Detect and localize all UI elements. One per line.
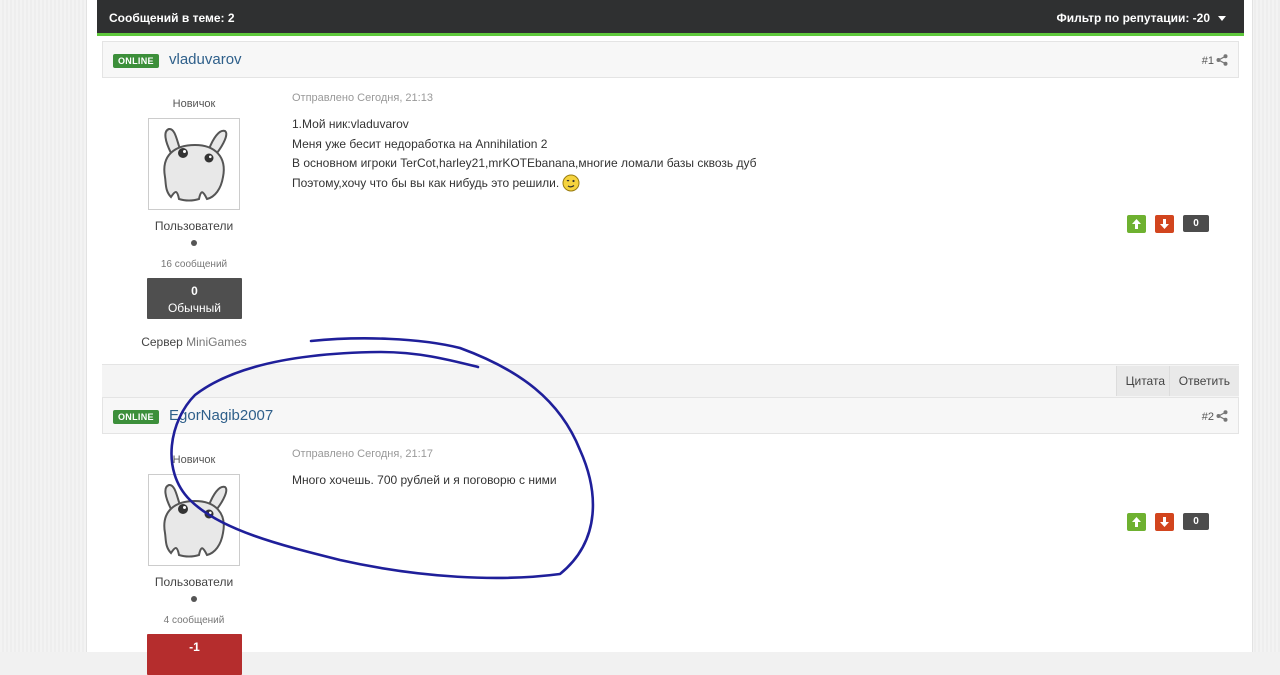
vote-down-button[interactable] [1155, 513, 1174, 531]
post-line: Поэтому,хочу что бы вы как нибудь это ре… [292, 175, 560, 190]
reputation-value: 0 [191, 284, 198, 298]
vote-count: 0 [1183, 215, 1209, 232]
user-group: Пользователи [154, 575, 234, 589]
post-2: ONLINE EgorNagib2007 #2 Новичок Пользова… [102, 397, 1239, 675]
author-link[interactable]: vladuvarov [169, 51, 242, 68]
share-icon[interactable] [1216, 410, 1228, 422]
post-line: Меня уже бесит недоработка на Annihilati… [292, 136, 548, 151]
status-dot [191, 240, 197, 246]
vote-up-button[interactable] [1127, 215, 1146, 233]
avatar[interactable] [148, 118, 240, 210]
user-post-count: 16 сообщений [160, 259, 228, 270]
post-content: Много хочешь. 700 рублей и я поговорю с … [292, 471, 557, 491]
user-group: Пользователи [154, 219, 234, 233]
arrow-down-icon [1160, 517, 1169, 527]
posted-date: Отправлено Сегодня, 21:13 [292, 92, 433, 104]
share-icon[interactable] [1216, 54, 1228, 66]
caret-down-icon [1218, 16, 1226, 22]
arrow-up-icon [1132, 517, 1141, 527]
post-header: ONLINE EgorNagib2007 #2 [102, 397, 1239, 434]
reputation-box: -1 [147, 634, 242, 675]
online-badge: ONLINE [113, 410, 159, 424]
avatar-icon [163, 128, 228, 202]
reputation-filter-label: Фильтр по репутации: -20 [1056, 11, 1210, 25]
post-1: ONLINE vladuvarov #1 Новичок Пользовател… [102, 41, 1239, 398]
reputation-filter-dropdown[interactable]: Фильтр по репутации: -20 [1057, 11, 1226, 25]
post-line: 1.Мой ник:vladuvarov [292, 117, 409, 131]
arrow-up-icon [1132, 219, 1141, 229]
posts-in-topic-count: Сообщений в теме: 2 [109, 11, 235, 25]
vote-count: 0 [1183, 513, 1209, 530]
vote-up-button[interactable] [1127, 513, 1146, 531]
avatar[interactable] [148, 474, 240, 566]
post-number-link[interactable]: #1 [1202, 55, 1214, 67]
author-link[interactable]: EgorNagib2007 [169, 407, 273, 424]
post-line: В основном игроки TerCot,harley21,mrKOTE… [292, 156, 757, 170]
reputation-box: 0 Обычный [147, 278, 242, 319]
posted-date: Отправлено Сегодня, 21:17 [292, 448, 433, 460]
user-rank: Новичок [172, 454, 216, 466]
server-name: MiniGames [186, 335, 247, 349]
post-number-link[interactable]: #2 [1202, 411, 1214, 423]
avatar-icon [163, 484, 228, 558]
post-line: Много хочешь. 700 рублей и я поговорю с … [292, 473, 557, 487]
arrow-down-icon [1160, 219, 1169, 229]
topic-bar: Сообщений в теме: 2 Фильтр по репутации:… [97, 0, 1244, 36]
post-header: ONLINE vladuvarov #1 [102, 41, 1239, 78]
forum-container: Сообщений в теме: 2 Фильтр по репутации:… [86, 0, 1253, 675]
online-badge: ONLINE [113, 54, 159, 68]
user-rank: Новичок [172, 98, 216, 110]
wink-smiley-icon [562, 174, 580, 192]
vote-down-button[interactable] [1155, 215, 1174, 233]
post-footer: Цитата Ответить [102, 364, 1239, 398]
user-post-count: 4 сообщений [163, 615, 225, 626]
reputation-label: Обычный [167, 301, 222, 315]
post-content: 1.Мой ник:vladuvarov Меня уже бесит недо… [292, 115, 757, 193]
quote-button[interactable]: Цитата [1115, 366, 1174, 396]
status-dot [191, 596, 197, 602]
reply-button[interactable]: Ответить [1168, 366, 1239, 396]
user-server: Сервер MiniGames [102, 335, 286, 349]
server-prefix: Сервер [141, 335, 187, 349]
